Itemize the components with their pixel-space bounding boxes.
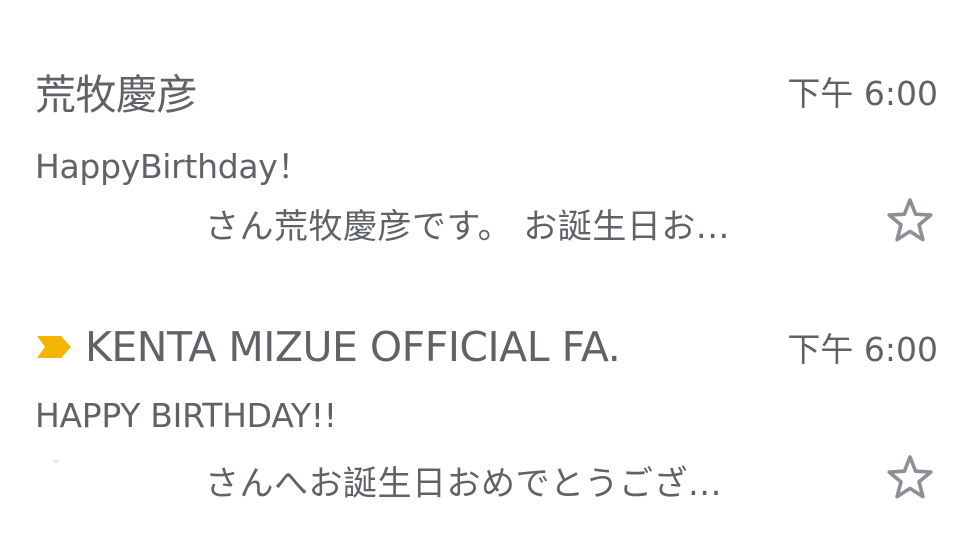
snippet-row: さんへお誕生日おめでとうござ... <box>35 450 938 504</box>
timestamp: 下午 6:00 <box>787 330 938 369</box>
timestamp: 下午 6:00 <box>787 74 938 113</box>
mail-item[interactable]: 荒牧慶彦 下午 6:00 HappyBirthday！ さん荒牧慶彦です。 お誕… <box>0 0 972 250</box>
subject: HAPPY BIRTHDAY!! <box>35 396 337 435</box>
star-icon[interactable] <box>884 195 936 247</box>
subject: HappyBirthday！ <box>35 147 311 186</box>
snippet: さんへお誕生日おめでとうござ... <box>205 464 722 504</box>
mail-list: 荒牧慶彦 下午 6:00 HappyBirthday！ さん荒牧慶彦です。 お誕… <box>0 0 972 547</box>
redacted-name <box>35 203 185 237</box>
snippet-row: さん荒牧慶彦です。 お誕生日お... <box>35 193 938 247</box>
sender-row: KENTA MIZUE OFFICIAL FA. 下午 6:00 <box>35 322 938 372</box>
sender-name: KENTA MIZUE OFFICIAL FA. <box>85 323 621 371</box>
sender-row: 荒牧慶彦 下午 6:00 <box>35 66 938 119</box>
sender-name: 荒牧慶彦 <box>35 71 198 119</box>
importance-marker-icon[interactable] <box>35 333 73 361</box>
artifact-dot <box>53 460 59 463</box>
snippet: さん荒牧慶彦です。 お誕生日お... <box>205 207 730 247</box>
redacted-name <box>35 460 185 494</box>
star-icon[interactable] <box>884 452 936 504</box>
mail-item[interactable]: KENTA MIZUE OFFICIAL FA. 下午 6:00 HAPPY B… <box>0 268 972 518</box>
